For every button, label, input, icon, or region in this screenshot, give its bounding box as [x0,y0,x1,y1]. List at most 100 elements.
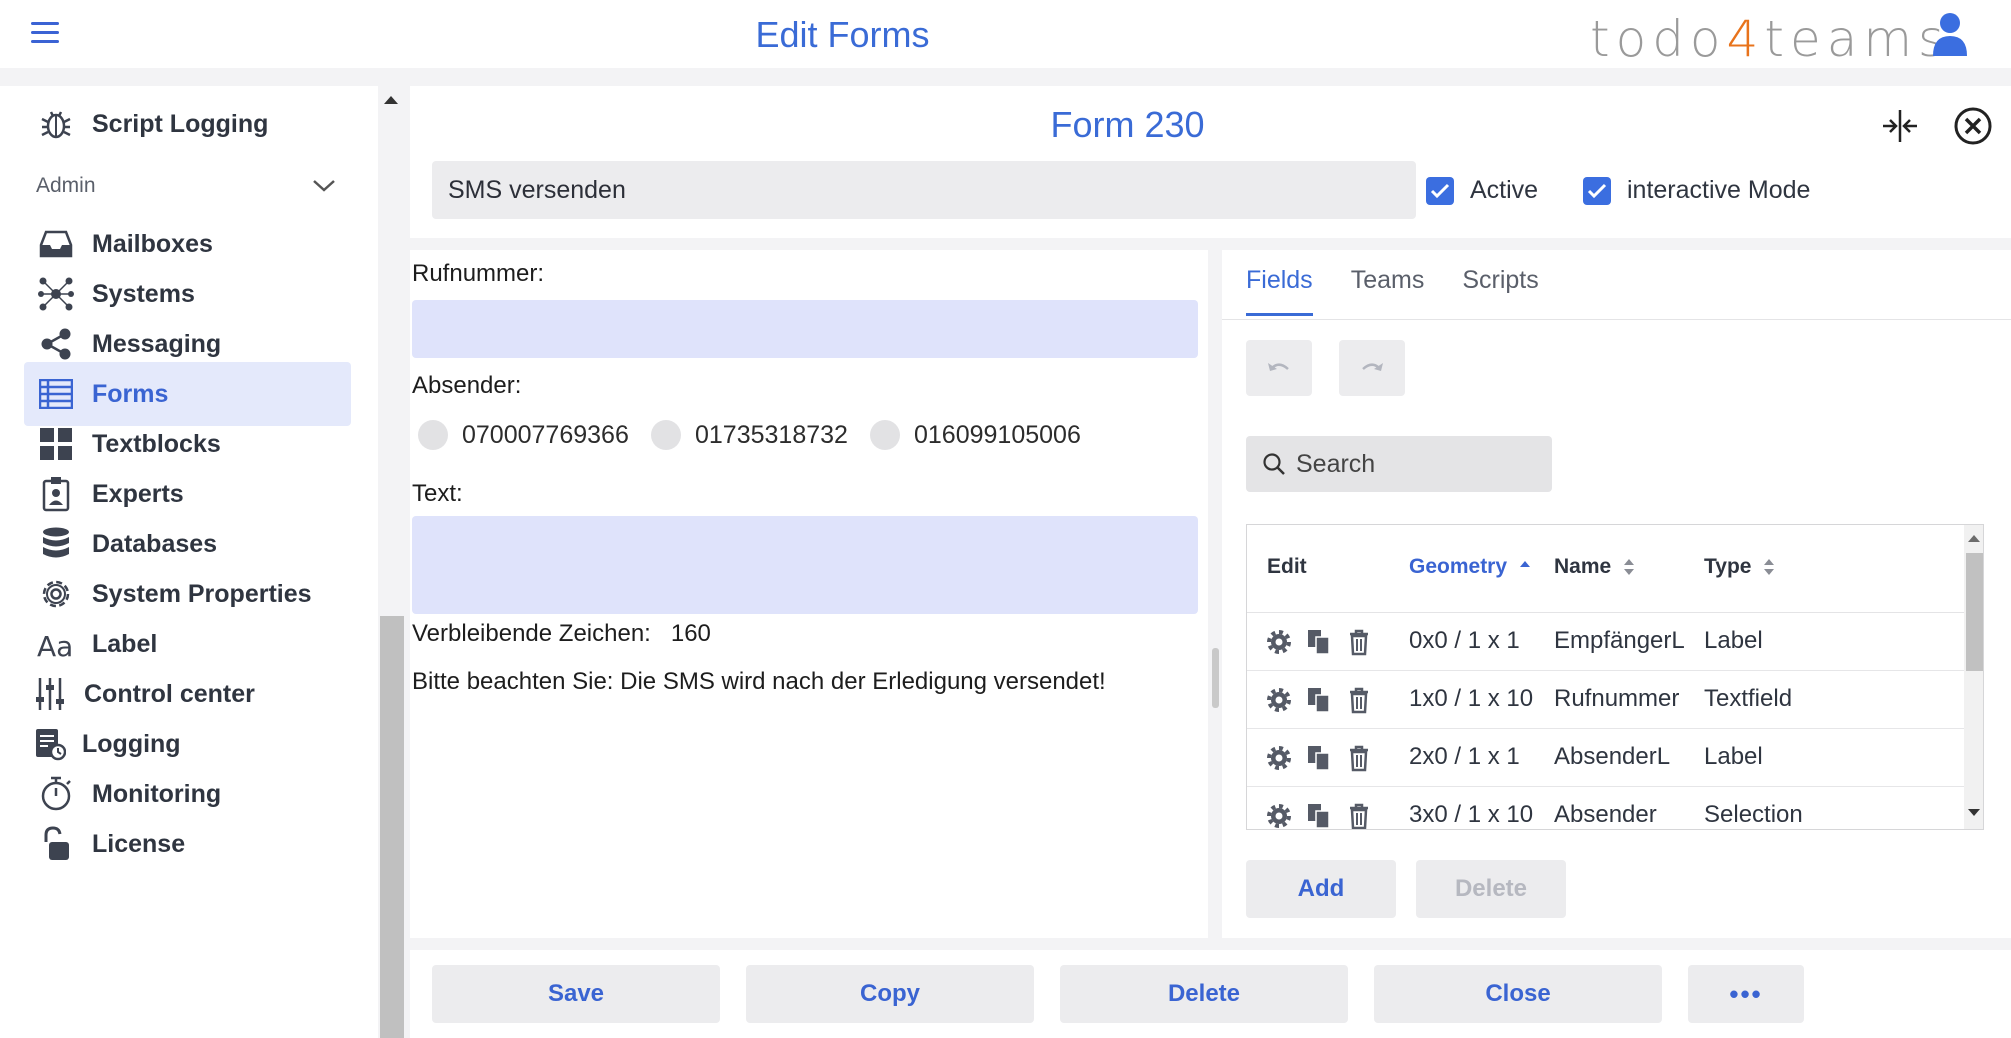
sidebar-item-script-logging[interactable]: Script Logging [24,92,351,156]
delete-button[interactable]: Delete [1060,965,1348,1023]
form-name-input[interactable] [432,161,1416,219]
col-geometry[interactable]: Geometry [1409,555,1531,579]
tab-teams[interactable]: Teams [1351,266,1425,316]
sidebar-item-label: System Properties [92,579,312,608]
close-icon[interactable] [1953,106,1993,146]
redo-button[interactable] [1339,340,1405,396]
tab-bar: Fields Teams Scripts [1246,266,1577,316]
copy-button[interactable]: Copy [746,965,1034,1023]
absender-radio-option[interactable]: 016099105006 [870,420,1081,450]
table-row[interactable]: 0x0 / 1 x 1 EmpfängerL Label [1247,613,1964,671]
gear-icon[interactable] [1265,744,1293,772]
tab-fields[interactable]: Fields [1246,266,1313,316]
admin-section-toggle[interactable]: Admin [36,168,336,204]
table-scrollbar[interactable] [1964,525,1983,829]
rufnummer-input[interactable] [412,300,1198,358]
trash-icon[interactable] [1345,686,1373,714]
form-preview: Rufnummer: Absender: 070007769366 017353… [410,250,1208,938]
gear-icon [34,572,78,616]
cell-name: AbsenderL [1554,743,1671,770]
interactive-mode-checkbox[interactable]: interactive Mode [1583,176,1810,205]
main-content: Form 230 Active interactive Mode Rufnumm… [410,86,2011,1038]
tab-scripts[interactable]: Scripts [1462,266,1538,316]
sidebar-item-label: Forms [92,379,169,408]
more-options-button[interactable]: ••• [1688,965,1804,1023]
col-name[interactable]: Name [1554,555,1635,579]
sms-notice: Bitte beachten Sie: Die SMS wird nach de… [412,668,1106,695]
radio-circle [651,420,681,450]
form-header: Form 230 Active interactive Mode [410,86,2011,238]
copy-icon[interactable] [1305,628,1333,656]
radio-option-label: 070007769366 [462,420,629,449]
copy-icon[interactable] [1305,802,1333,830]
checkmark-icon [1583,176,1611,205]
gear-icon[interactable] [1265,802,1293,830]
trash-icon[interactable] [1345,802,1373,830]
page-title: Edit Forms [755,14,930,55]
cell-geometry: 3x0 / 1 x 10 [1409,801,1534,828]
trash-icon[interactable] [1345,628,1373,656]
unlock-icon [34,822,78,866]
table-scroll-thumb[interactable] [1966,553,1983,671]
table-row[interactable]: 1x0 / 1 x 10 Rufnummer Textfield [1247,671,1964,729]
font-icon: Aa [34,622,78,666]
save-button[interactable]: Save [432,965,720,1023]
search-input[interactable] [1296,449,1536,479]
stopwatch-icon [34,772,78,816]
cell-geometry: 1x0 / 1 x 10 [1409,685,1534,712]
sidebar-item-label: Systems [92,279,195,308]
user-icon[interactable] [1932,12,1968,56]
delete-field-button[interactable]: Delete [1416,860,1566,918]
sidebar-item-license[interactable]: License [24,812,351,876]
absender-label: Absender: [412,372,522,399]
sliders-icon [28,672,72,716]
remaining-chars: Verbleibende Zeichen: 160 [412,620,711,648]
sort-asc-icon [1520,561,1531,567]
cell-type: Label [1704,627,1763,654]
preview-scroll-thumb[interactable] [1212,648,1219,708]
chevron-down-icon [313,180,335,192]
svg-text:Aa: Aa [37,630,73,659]
active-checkbox[interactable]: Active [1426,176,1538,205]
absender-radio-option[interactable]: 070007769366 [418,420,629,450]
grid-icon [34,422,78,466]
fields-table: Edit Geometry Name Type 0x0 / 1 x 1 Empf… [1246,524,1984,830]
sidebar-item-label: Messaging [92,329,222,358]
copy-icon[interactable] [1305,686,1333,714]
sidebar-scroll-thumb[interactable] [380,616,404,1038]
col-name-label: Name [1554,555,1612,578]
absender-radio-option[interactable]: 01735318732 [651,420,848,450]
gear-icon[interactable] [1265,686,1293,714]
sort-icon [1764,559,1775,575]
sidebar-scrollbar[interactable] [378,86,405,1038]
scroll-up-arrow-icon[interactable] [1968,535,1980,542]
gear-icon[interactable] [1265,628,1293,656]
top-bar: Edit Forms todo4teams [0,0,2011,68]
table-row[interactable]: 2x0 / 1 x 1 AbsenderL Label [1247,729,1964,787]
table-row[interactable]: 3x0 / 1 x 10 Absender Selection [1247,787,1964,830]
remaining-count: 160 [670,620,711,647]
copy-icon[interactable] [1305,744,1333,772]
text-area[interactable] [412,516,1198,614]
col-type-label: Type [1704,555,1752,578]
trash-icon[interactable] [1345,744,1373,772]
col-geometry-label: Geometry [1409,555,1508,578]
remaining-label: Verbleibende Zeichen: [412,620,651,647]
search-icon [1263,453,1285,475]
col-type[interactable]: Type [1704,555,1775,579]
cell-type: Selection [1704,801,1803,828]
radio-option-label: 01735318732 [695,420,848,449]
scroll-up-arrow-icon[interactable] [384,96,398,104]
add-field-button[interactable]: Add [1246,860,1396,918]
inbox-icon [34,222,78,266]
search-box[interactable] [1246,436,1552,492]
radio-circle [418,420,448,450]
list-icon [34,372,78,416]
close-button[interactable]: Close [1374,965,1662,1023]
cell-geometry: 0x0 / 1 x 1 [1409,627,1520,654]
sidebar-item-label: Logging [82,729,181,758]
undo-button[interactable] [1246,340,1312,396]
split-view-icon[interactable] [1880,106,1920,146]
scroll-down-arrow-icon[interactable] [1968,809,1980,816]
tab-divider [1222,319,2011,320]
